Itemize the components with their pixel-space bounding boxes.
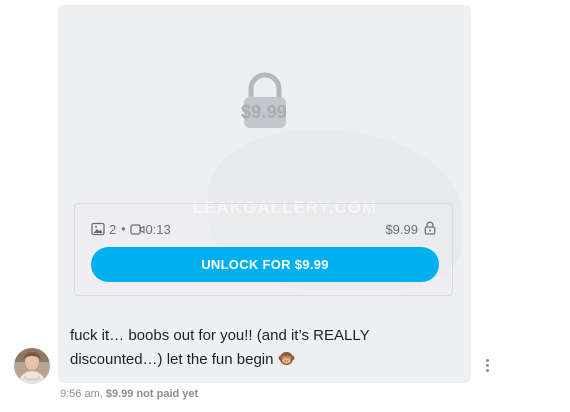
more-options-button[interactable] xyxy=(480,356,494,374)
media-info-box: 2 • 0:13 $9.99 UNLOCK FOR $9.99 xyxy=(74,203,453,296)
message-meta: 9:56 am, $9.99 not paid yet xyxy=(60,388,198,400)
padlock-icon xyxy=(424,221,436,238)
payment-status: $9.99 not paid yet xyxy=(105,388,199,400)
unlock-button[interactable]: UNLOCK FOR $9.99 xyxy=(91,247,439,282)
more-dot xyxy=(485,363,489,367)
more-dot xyxy=(485,368,489,372)
video-duration: 0:13 xyxy=(145,221,171,237)
avatar[interactable] xyxy=(14,348,50,384)
photo-count: 2 xyxy=(109,221,117,237)
locked-media-card[interactable]: $9.99 LEAKGALLERY.COM 2 • 0:13 $9.99 UNL… xyxy=(58,5,471,315)
message-line-1: fuck it… boobs out for you!! (and it’s R… xyxy=(70,327,370,344)
message-line-2: discounted…) let the fun begin xyxy=(70,351,274,368)
more-dot xyxy=(485,358,489,362)
meta-separator: • xyxy=(121,222,126,236)
price-label: $9.99 xyxy=(385,221,418,237)
image-icon xyxy=(91,222,105,236)
message-line-2-wrap: discounted…) let the fun begin xyxy=(70,348,459,372)
message-time: 9:56 am, xyxy=(60,388,103,400)
media-meta: 2 • 0:13 xyxy=(91,220,171,238)
monkey-emoji-icon xyxy=(278,350,295,367)
lock-price: $9.99 xyxy=(240,102,288,122)
media-price: $9.99 xyxy=(385,220,436,238)
video-icon xyxy=(130,223,146,236)
message-bubble: fuck it… boobs out for you!! (and it’s R… xyxy=(58,315,471,383)
